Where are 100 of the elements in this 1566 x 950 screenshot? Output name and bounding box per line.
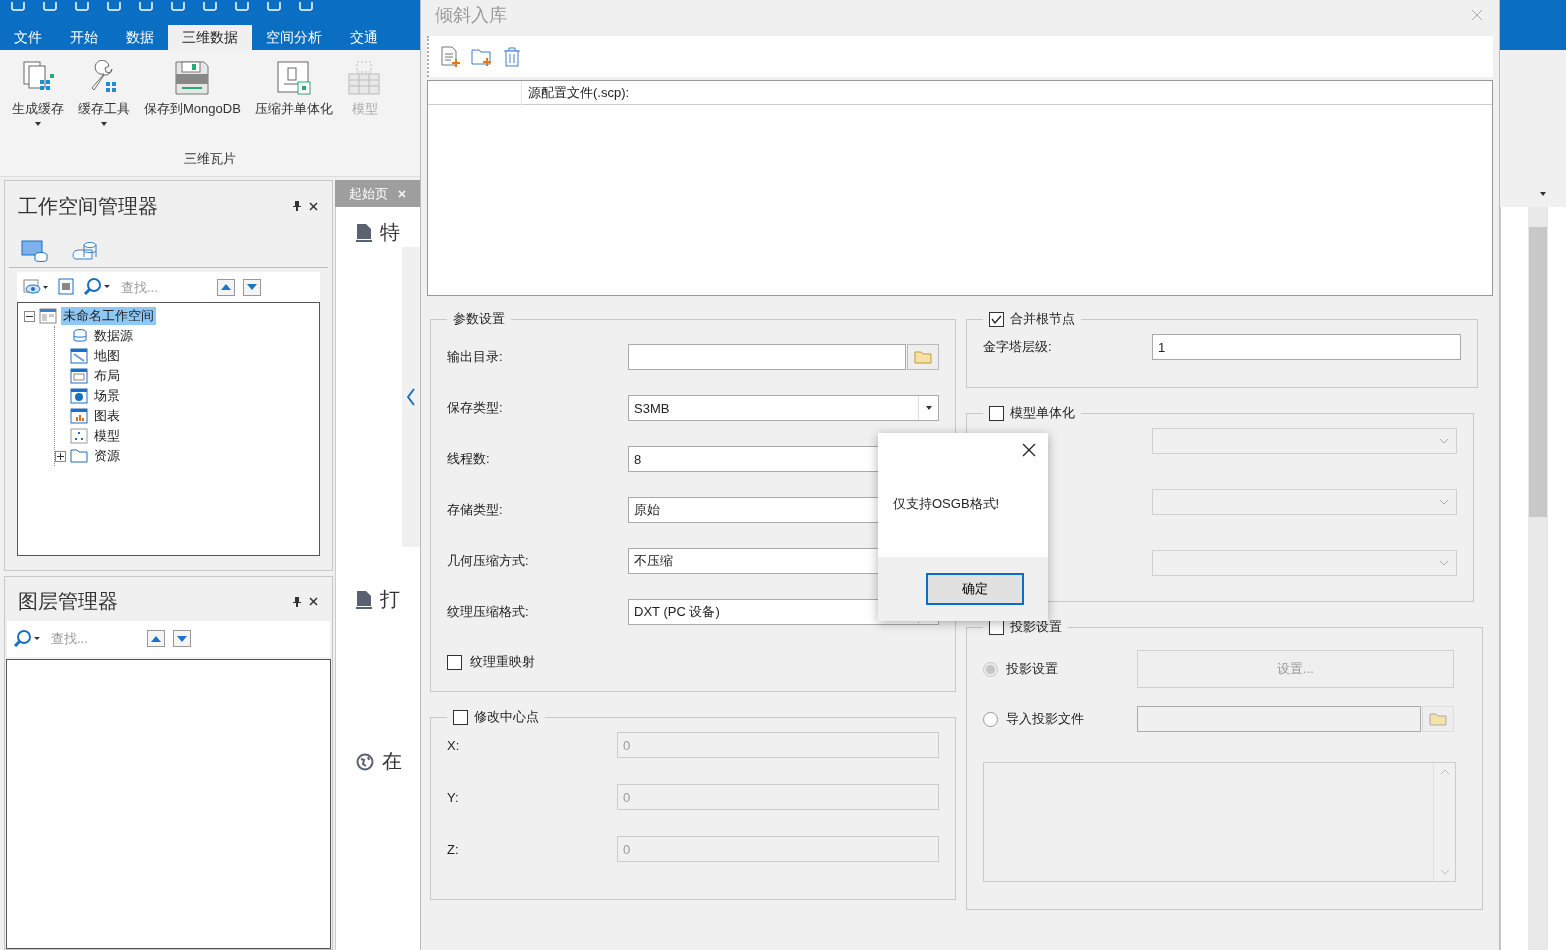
- ribbon-button[interactable]: 生成缓存: [12, 60, 64, 138]
- search-field[interactable]: 查找...: [119, 278, 209, 296]
- ribbon-tab[interactable]: 数据: [112, 25, 168, 50]
- move-up-button[interactable]: [217, 278, 235, 296]
- expand-icon[interactable]: [55, 450, 66, 462]
- ribbon-tab[interactable]: 空间分析: [252, 25, 336, 50]
- checkbox[interactable]: [989, 311, 1004, 327]
- toolbar-icon[interactable]: [74, 2, 90, 12]
- layout-icon: [70, 368, 88, 384]
- checkbox-label: 模型单体化: [1010, 404, 1075, 422]
- radio-button[interactable]: [983, 711, 998, 727]
- checkbox-label: 纹理重映射: [470, 653, 535, 671]
- dialog-title: 倾斜入库: [435, 4, 507, 27]
- add-file-icon[interactable]: [441, 45, 461, 68]
- tree-item[interactable]: 资源: [92, 447, 122, 465]
- cloud-tab[interactable]: [71, 239, 99, 263]
- field-label: 存储类型:: [447, 501, 504, 519]
- input-field[interactable]: [628, 344, 906, 370]
- toolbar-icon[interactable]: [106, 2, 122, 12]
- field-label: 金字塔层级:: [983, 338, 1053, 356]
- chevron-down-icon: [1439, 438, 1449, 444]
- collapse-icon[interactable]: [24, 310, 35, 322]
- triangle-up-icon: [151, 635, 161, 642]
- ribbon-button[interactable]: 压缩并单体化: [254, 60, 333, 138]
- chevron-down-icon: [1439, 499, 1449, 505]
- panel-title: 图层管理器: [18, 589, 119, 615]
- field-label: Y:: [447, 789, 460, 805]
- table-grid-icon: [346, 60, 383, 96]
- tree-item[interactable]: 模型: [92, 427, 122, 445]
- toolbar-icon[interactable]: [234, 2, 250, 12]
- workspace-tab[interactable]: [21, 239, 49, 263]
- ok-button[interactable]: 确定: [926, 573, 1024, 605]
- close-icon[interactable]: [398, 189, 406, 198]
- bar-chart-icon: [70, 408, 88, 424]
- add-folder-icon[interactable]: [471, 46, 493, 67]
- caret-icon: [1540, 191, 1546, 196]
- tree-item[interactable]: 场景: [92, 387, 122, 405]
- triangle-down-icon: [247, 284, 257, 290]
- input-field[interactable]: 1: [1152, 334, 1461, 360]
- tree-item[interactable]: 地图: [92, 347, 122, 365]
- search-icon[interactable]: [13, 629, 41, 648]
- file-field[interactable]: [1137, 706, 1421, 732]
- tree-item[interactable]: 图表: [92, 407, 122, 425]
- close-button[interactable]: [1022, 443, 1036, 457]
- group-label: 三维瓦片: [184, 150, 236, 168]
- document-icon: [356, 590, 372, 609]
- search-field[interactable]: 查找...: [49, 630, 139, 648]
- ribbon-tab[interactable]: 开始: [56, 25, 112, 50]
- triangle-down-icon: [177, 635, 187, 642]
- toolbar-icon[interactable]: [266, 2, 282, 12]
- section-heading: 打: [380, 587, 400, 612]
- move-up-button[interactable]: [147, 630, 165, 648]
- move-down-button[interactable]: [173, 630, 191, 648]
- field-label: 纹理压缩格式:: [447, 603, 530, 621]
- triangle-up-icon: [221, 284, 231, 290]
- eye-icon[interactable]: [23, 279, 49, 295]
- document-icon[interactable]: [57, 278, 75, 296]
- checkbox[interactable]: [989, 405, 1004, 421]
- field-label: 几何压缩方式:: [447, 552, 530, 570]
- checkbox-label: 投影设置: [1010, 618, 1062, 636]
- search-icon[interactable]: [83, 278, 111, 296]
- caret-icon: [925, 406, 932, 410]
- folder-icon: [1429, 712, 1447, 726]
- panel-title: 工作空间管理器: [18, 193, 159, 219]
- folder-icon: [70, 448, 88, 464]
- workspace-icon: [39, 308, 57, 324]
- map-icon: [70, 348, 88, 364]
- toolbar-icon[interactable]: [10, 2, 26, 12]
- field-label: 保存类型:: [447, 399, 504, 417]
- ribbon-tab[interactable]: 三维数据: [168, 25, 252, 50]
- field-label: 输出目录:: [447, 348, 504, 366]
- toolbar-icon[interactable]: [298, 2, 314, 12]
- tree-item[interactable]: 布局: [92, 367, 122, 385]
- group-title: 参数设置: [453, 310, 505, 328]
- toolbar-icon[interactable]: [170, 2, 186, 12]
- field-label: Z:: [447, 841, 460, 857]
- checkbox-label: 修改中心点: [474, 708, 539, 726]
- toolbar-icon[interactable]: [202, 2, 218, 12]
- trash-icon[interactable]: [503, 46, 521, 67]
- checkbox[interactable]: [447, 654, 462, 670]
- chevron-left-icon[interactable]: [407, 388, 415, 406]
- radio-label: 导入投影文件: [1006, 710, 1084, 728]
- folder-icon: [914, 350, 932, 364]
- tree-item[interactable]: 数据源: [92, 327, 135, 345]
- dropdown[interactable]: S3MB: [628, 395, 939, 421]
- ribbon-tab[interactable]: 文件: [0, 25, 56, 50]
- ribbon-button[interactable]: 保存到MongoDB: [144, 60, 241, 138]
- ribbon-tab[interactable]: 交通: [336, 25, 392, 50]
- globe-icon: [356, 752, 374, 771]
- column-header: 源配置文件(.scp):: [521, 81, 1492, 105]
- tree-item[interactable]: 未命名工作空间: [61, 307, 156, 325]
- toolbar-icon[interactable]: [42, 2, 58, 12]
- move-down-button[interactable]: [243, 278, 261, 296]
- database-frame-icon: [275, 60, 312, 96]
- section-heading: 特: [380, 220, 400, 245]
- ribbon-button[interactable]: 缓存工具: [78, 60, 130, 138]
- database-icon: [70, 328, 88, 344]
- checkbox[interactable]: [453, 709, 468, 725]
- globe-icon: [70, 388, 88, 404]
- toolbar-icon[interactable]: [138, 2, 154, 12]
